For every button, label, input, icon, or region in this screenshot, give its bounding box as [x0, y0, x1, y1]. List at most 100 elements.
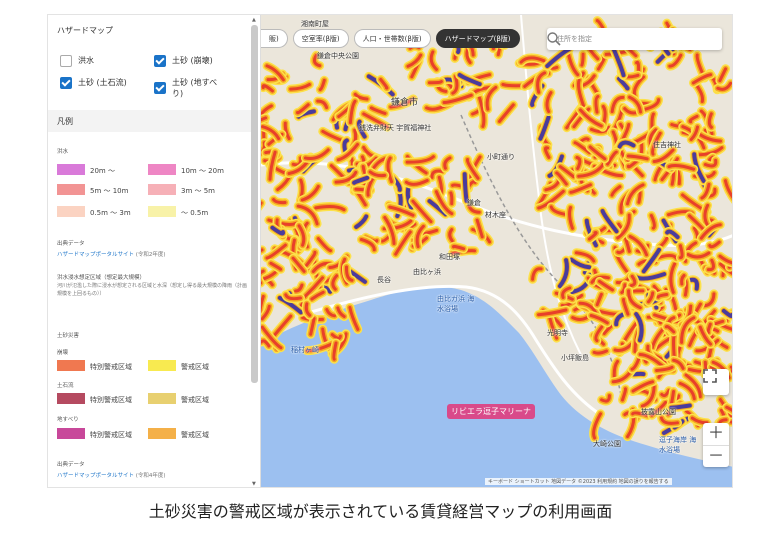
hazard-zone-1510: [580, 52, 585, 67]
collapse-special-label: 特別警戒区域: [90, 363, 132, 371]
flood-note-text: 河川が氾濫した際に浸水が想定される区域と水深（想定し得る最大規模の降雨（計画規模…: [57, 283, 248, 297]
place-komachi: 小町通り: [487, 153, 515, 161]
place-hase: 長谷: [377, 276, 391, 284]
zoom-in-button[interactable]: ＋: [708, 423, 724, 445]
option-landslide-label: 土砂 (地すべり): [172, 78, 218, 98]
sediment-source-link[interactable]: ハザードマップポータルサイト (令和4年度): [57, 471, 166, 479]
map-attribution[interactable]: キーボード ショートカット 地図データ ©2023 利用規約 地図の誤りを報告す…: [485, 478, 672, 485]
app-frame: ハザードマップ 洪水 土砂 (崩壊) 土砂 (土石流) 土砂 (地すべり) 凡例…: [47, 14, 733, 488]
hazard-sidebar: ハザードマップ 洪水 土砂 (崩壊) 土砂 (土石流) 土砂 (地すべり) 凡例…: [48, 15, 261, 487]
place-marina: リビエラ逗子マリーナ: [447, 404, 535, 419]
option-flood-label: 洪水: [78, 56, 94, 65]
sediment-source-link-text[interactable]: ハザードマップポータルサイト: [57, 473, 134, 479]
hazard-zone-147: [261, 246, 265, 254]
hazard-landslide-1374: [462, 172, 469, 203]
place-kamakura-city: 鎌倉市: [391, 98, 419, 108]
debris-warning-swatch: [148, 393, 176, 404]
sediment-heading: 土砂災害: [57, 333, 80, 339]
option-landslide-collapse[interactable]: 土砂 (崩壊): [154, 55, 213, 67]
sidebar-title: ハザードマップ: [57, 26, 113, 35]
address-search[interactable]: 住所を指定: [547, 28, 722, 50]
landslide-heading: 地すべり: [57, 417, 79, 423]
place-osaki-park: 大崎公園: [593, 440, 621, 448]
place-yuigahama: 由比ヶ浜: [413, 268, 441, 276]
tab-population[interactable]: 人口・世帯数(β版): [353, 29, 431, 48]
place-wadazuka: 和田塚: [439, 253, 460, 261]
sediment-source-year: (令和4年度): [135, 473, 166, 479]
flood-swatch-4: [148, 184, 176, 195]
option-flood[interactable]: 洪水: [60, 55, 94, 67]
place-zaimokuza: 材木座: [485, 211, 506, 219]
hazard-zone-371: [637, 189, 642, 204]
option-collapse-label: 土砂 (崩壊): [172, 56, 213, 65]
hazard-zone-940: [678, 244, 684, 260]
tab-sales[interactable]: 販): [261, 29, 288, 48]
hazard-map[interactable]: 販) 空室率(β版) 人口・世帯数(β版) ハザードマップ(β版) 住所を指定 …: [261, 15, 732, 487]
flood-label-2: 10m ～ 20m: [181, 167, 224, 175]
flood-source-link[interactable]: ハザードマップポータルサイト (令和2年度): [57, 250, 166, 258]
collapse-warning-label: 警戒区域: [181, 363, 209, 371]
flood-label-6: ～ 0.5m: [181, 209, 209, 217]
place-kamakura-chuo-park: 鎌倉中央公園: [317, 52, 359, 60]
place-hirugakoji: 披露山公園: [641, 408, 676, 416]
flood-note-heading: 洪水浸水想定区域（想定最大規模）: [57, 275, 146, 281]
hazard-zone-354: [427, 80, 443, 85]
place-zeniarai: 銭洗弁財天 宇賀福神社: [359, 124, 432, 132]
flood-checkbox[interactable]: [60, 55, 72, 67]
option-landslide[interactable]: 土砂 (地すべり): [154, 77, 224, 99]
place-shonan-machiya: 湘南町屋: [301, 20, 329, 28]
flood-swatch-1: [57, 164, 85, 175]
place-beach: 由比ガ浜 海水浴場: [437, 295, 475, 313]
landslide-warning-label: 警戒区域: [181, 431, 209, 439]
flood-source-link-text[interactable]: ハザードマップポータルサイト: [57, 252, 134, 258]
place-sumiyoshi: 住吉神社: [653, 141, 681, 149]
debris-flow-heading: 土石流: [57, 383, 74, 389]
legend-title: 凡例: [57, 117, 73, 126]
place-komyoji: 光明寺: [547, 329, 568, 337]
flood-label-3: 5m ～ 10m: [90, 187, 129, 195]
tab-vacancy-rate[interactable]: 空室率(β版): [292, 29, 349, 48]
option-debris-flow[interactable]: 土砂 (土石流): [60, 77, 127, 89]
sidebar-scrollbar[interactable]: [251, 25, 258, 383]
zoom-out-button[interactable]: －: [703, 445, 729, 467]
place-inamuragasaki: 稲村ヶ崎: [291, 346, 319, 354]
scroll-up-icon[interactable]: ▲: [252, 17, 256, 23]
debris-warning-label: 警戒区域: [181, 396, 209, 404]
zoom-control: ＋ －: [703, 423, 729, 467]
debris-flow-checkbox[interactable]: [60, 77, 72, 89]
hazard-zone-1038: [630, 289, 645, 294]
flood-swatch-5: [57, 206, 85, 217]
flood-swatch-2: [148, 164, 176, 175]
search-icon[interactable]: [547, 32, 561, 46]
place-zushi-beach: 逗子海岸 海水浴場: [659, 436, 697, 454]
landslide-warning-swatch: [148, 428, 176, 439]
flood-source-year: (令和2年度): [135, 252, 166, 258]
landslide-special-label: 特別警戒区域: [90, 431, 132, 439]
fullscreen-button[interactable]: [703, 369, 729, 395]
collapse-warning-swatch: [148, 360, 176, 371]
landslide-special-swatch: [57, 428, 85, 439]
place-kotsubo: 小坪飯島: [561, 354, 589, 362]
collapse-heading: 崩壊: [57, 350, 69, 356]
flood-swatch-3: [57, 184, 85, 195]
tab-hazard-map[interactable]: ハザードマップ(β版): [435, 29, 520, 48]
flood-source-heading: 出典データ: [57, 241, 85, 247]
flood-swatch-6: [148, 206, 176, 217]
debris-special-label: 特別警戒区域: [90, 396, 132, 404]
landslide-checkbox[interactable]: [154, 82, 166, 94]
address-input[interactable]: 住所を指定: [557, 34, 592, 44]
hazard-zone-1314: [449, 191, 454, 206]
collapse-checkbox[interactable]: [154, 55, 166, 67]
sediment-source-heading: 出典データ: [57, 462, 85, 468]
flood-label-4: 3m ～ 5m: [181, 187, 215, 195]
scroll-down-icon[interactable]: ▼: [252, 481, 256, 487]
map-layer-tabs: 販) 空室率(β版) 人口・世帯数(β版) ハザードマップ(β版): [261, 29, 520, 49]
legend-header: 凡例: [48, 110, 251, 132]
caption: 土砂災害の警戒区域が表示されている賃貸経営マップの利用画面: [148, 502, 613, 521]
hazard-zone-1160: [672, 335, 676, 358]
flood-label-1: 20m ～: [90, 167, 115, 175]
debris-special-swatch: [57, 393, 85, 404]
place-kamakura-station: 鎌倉: [467, 199, 481, 207]
flood-heading: 洪水: [57, 149, 69, 155]
option-debris-flow-label: 土砂 (土石流): [78, 78, 127, 87]
